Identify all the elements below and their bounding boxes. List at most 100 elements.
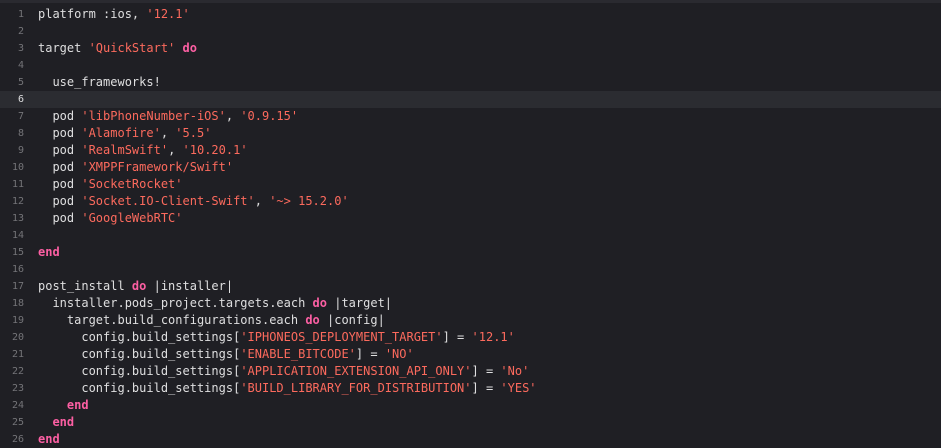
code-line[interactable]: 4 [0,57,941,74]
code-line[interactable]: 14 [0,227,941,244]
code-line[interactable]: 12 pod 'Socket.IO-Client-Swift', '~> 15.… [0,193,941,210]
line-code: config.build_settings['APPLICATION_EXTEN… [38,363,529,380]
code-lines[interactable]: 1 platform :ios, '12.1' 2 3 target 'QuickSta… [0,6,941,448]
code-token: pod [52,194,82,208]
string-token: 'IPHONEOS_DEPLOYMENT_TARGET' [240,330,443,344]
code-editor[interactable]: 1 platform :ios, '12.1' 2 3 target 'QuickSta… [0,0,941,448]
line-number: 6 [17,94,24,105]
code-token: pod [52,211,82,225]
line-number: 25 [11,417,24,428]
code-token: platform :ios, [38,7,147,21]
code-line[interactable]: 1 platform :ios, '12.1' [0,6,941,23]
line-code: end [38,431,60,448]
line-number: 10 [11,162,24,173]
line-number: 4 [17,60,24,71]
code-line[interactable]: 9 pod 'RealmSwift', '10.20.1' [0,142,941,159]
code-token: config.build_settings[ [81,364,241,378]
code-line[interactable]: 11 pod 'SocketRocket' [0,176,941,193]
code-line[interactable]: 7 pod 'libPhoneNumber-iOS', '0.9.15' [0,108,941,125]
string-token: 'APPLICATION_EXTENSION_API_ONLY' [240,364,472,378]
code-token: post_install [38,279,132,293]
code-token: , [254,194,270,208]
code-line[interactable]: 26 end [0,431,941,448]
code-line[interactable]: 10 pod 'XMPPFramework/Swift' [0,159,941,176]
string-token: 'YES' [500,381,537,395]
string-token: 'NO' [384,347,414,361]
line-number: 9 [17,145,24,156]
code-line[interactable]: 17 post_install do |installer| [0,278,941,295]
code-line[interactable]: 21 config.build_settings['ENABLE_BITCODE… [0,346,941,363]
code-line[interactable]: 13 pod 'GoogleWebRTC' [0,210,941,227]
code-line[interactable]: 22 config.build_settings['APPLICATION_EX… [0,363,941,380]
line-number: 1 [17,9,24,20]
string-token: 'libPhoneNumber-iOS' [81,109,226,123]
line-number: 13 [11,213,24,224]
code-token: ] = [471,381,501,395]
line-number: 11 [11,179,24,190]
code-token: |config| [319,313,385,327]
code-token: ] = [471,364,501,378]
line-code: config.build_settings['BUILD_LIBRARY_FOR… [38,380,537,397]
line-number: 14 [11,230,24,241]
line-code: config.build_settings['ENABLE_BITCODE'] … [38,346,414,363]
line-code: end [38,397,89,414]
code-token: , [168,143,183,157]
code-line[interactable]: 16 [0,261,941,278]
line-code: pod 'SocketRocket' [38,176,183,193]
code-line[interactable]: 2 [0,23,941,40]
keyword-token: do [312,296,327,310]
code-token: pod [52,143,82,157]
code-token: use_frameworks! [52,75,161,89]
code-line[interactable]: 6 [0,91,941,108]
line-number: 17 [11,281,24,292]
code-line[interactable]: 15 end [0,244,941,261]
line-code: target 'QuickStart' do [38,40,197,57]
line-number: 21 [11,349,24,360]
code-line[interactable]: 18 installer.pods_project.targets.each d… [0,295,941,312]
code-line[interactable]: 3 target 'QuickStart' do [0,40,941,57]
code-line[interactable]: 24 end [0,397,941,414]
line-number: 23 [11,383,24,394]
line-number: 5 [17,77,24,88]
keyword-token: end [52,415,75,429]
code-token: |target| [327,296,393,310]
code-line[interactable]: 23 config.build_settings['BUILD_LIBRARY_… [0,380,941,397]
line-number: 22 [11,366,24,377]
string-token: 'ENABLE_BITCODE' [240,347,356,361]
string-token: 'SocketRocket' [81,177,183,191]
line-number: 3 [17,43,24,54]
code-token: ] = [355,347,385,361]
code-line[interactable]: 25 end [0,414,941,431]
line-number: 7 [17,111,24,122]
string-token: '0.9.15' [240,109,299,123]
code-line[interactable]: 8 pod 'Alamofire', '5.5' [0,125,941,142]
string-token: 'XMPPFramework/Swift' [81,160,234,174]
code-line[interactable]: 19 target.build_configurations.each do |… [0,312,941,329]
code-token: |installer| [146,279,234,293]
keyword-token: end [38,432,60,446]
code-line[interactable]: 20 config.build_settings['IPHONEOS_DEPLO… [0,329,941,346]
string-token: '12.1' [471,330,515,344]
keyword-token: do [131,279,147,293]
code-token: , [225,109,241,123]
line-number: 8 [17,128,24,139]
line-code: pod 'libPhoneNumber-iOS', '0.9.15' [38,108,298,125]
line-code: pod 'Socket.IO-Client-Swift', '~> 15.2.0… [38,193,348,210]
code-line[interactable]: 5 use_frameworks! [0,74,941,91]
keyword-token: do [305,313,320,327]
line-code: config.build_settings['IPHONEOS_DEPLOYME… [38,329,515,346]
